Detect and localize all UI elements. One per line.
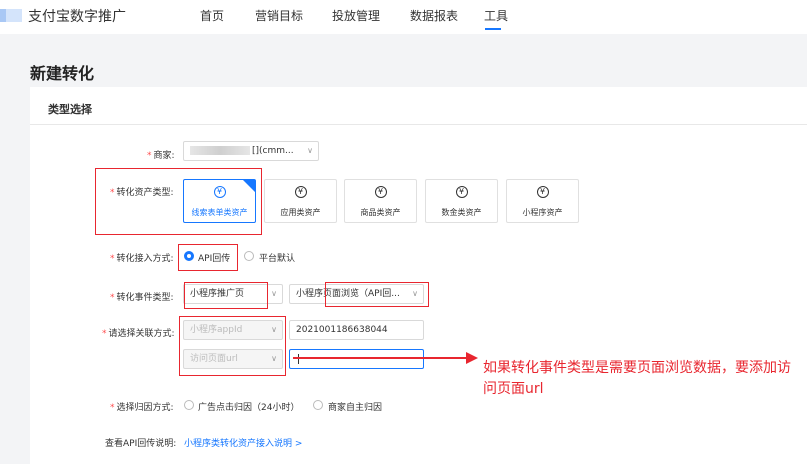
radio-platform-default-label: 平台默认 (259, 254, 296, 264)
page-url-input[interactable] (289, 349, 424, 369)
yen-icon: ¥ (455, 186, 468, 198)
radio-merchant-attribution[interactable] (313, 400, 323, 410)
radio-ad-click-attribution[interactable] (184, 400, 194, 410)
page-url-select[interactable]: 访问页面url ∨ (183, 349, 283, 369)
radio-merchant-attribution-label: 商家自主归因 (328, 403, 383, 413)
chevron-down-icon: ∨ (307, 146, 313, 155)
api-help-label: 查看API回传说明: (105, 439, 177, 449)
event-type-secondary-select[interactable]: 小程序页面浏览（API回... ∨ (289, 284, 424, 304)
top-nav-bar: 支付宝数字推广 首页 营销目标 投放管理 数据报表 工具 (0, 0, 807, 34)
radio-platform-default[interactable] (244, 251, 254, 261)
redacted-text (190, 146, 250, 155)
arrow-head-icon (466, 352, 478, 364)
text-cursor (298, 354, 299, 364)
miniprogram-appid-select[interactable]: 小程序appId ∨ (183, 320, 283, 340)
asset-type-label: * 转化资产类型: (110, 188, 174, 198)
asset-option-finance[interactable]: ¥ 数金类资产 (425, 179, 498, 223)
api-help-link[interactable]: 小程序类转化资产接入说明 > (184, 436, 302, 449)
chevron-down-icon: ∨ (271, 354, 277, 363)
association-label: * 请选择关联方式: (102, 329, 175, 339)
nav-home[interactable]: 首页 (200, 7, 224, 24)
brand-name: 支付宝数字推广 (28, 9, 126, 25)
nav-data-reports[interactable]: 数据报表 (410, 7, 458, 24)
nav-delivery-management[interactable]: 投放管理 (332, 7, 380, 24)
event-type-label: * 转化事件类型: (110, 293, 174, 303)
appid-value-input[interactable]: 2021001186638044 (289, 320, 424, 340)
asset-option-miniprogram[interactable]: ¥ 小程序资产 (506, 179, 579, 223)
asset-option-product[interactable]: ¥ 商品类资产 (344, 179, 417, 223)
access-method-label: * 转化接入方式: (110, 254, 174, 264)
page-title: 新建转化 (30, 64, 95, 83)
radio-ad-click-attribution-label: 广告点击归因（24小时） (198, 403, 300, 413)
yen-icon: ¥ (294, 186, 307, 198)
logo-icon (0, 9, 22, 22)
divider (30, 124, 807, 125)
asset-option-app[interactable]: ¥ 应用类资产 (264, 179, 337, 223)
event-type-primary-select[interactable]: 小程序推广页 ∨ (183, 284, 283, 304)
annotation-text: 如果转化事件类型是需要页面浏览数据，要添加访问页面url (483, 360, 791, 397)
annotation-arrow (293, 357, 466, 359)
selected-corner-check-icon (243, 180, 255, 192)
radio-api-callback[interactable] (184, 251, 194, 261)
merchant-select[interactable]: [](cmm... ∨ (183, 141, 319, 161)
merchant-label: * 商家: (147, 151, 175, 161)
yen-icon: ¥ (536, 186, 549, 198)
attribution-label: * 选择归因方式: (110, 403, 174, 413)
nav-marketing-goal[interactable]: 营销目标 (255, 7, 303, 24)
nav-active-indicator (485, 28, 501, 30)
yen-icon: ¥ (213, 186, 226, 198)
chevron-down-icon: ∨ (271, 289, 277, 298)
card-title: 类型选择 (48, 103, 92, 116)
nav-tools[interactable]: 工具 (484, 7, 508, 24)
asset-option-lead-form[interactable]: ¥ 线索表单类资产 (183, 179, 256, 223)
radio-api-callback-label: API回传 (198, 254, 231, 264)
yen-icon: ¥ (374, 186, 387, 198)
chevron-down-icon: ∨ (271, 325, 277, 334)
chevron-down-icon: ∨ (412, 289, 418, 298)
